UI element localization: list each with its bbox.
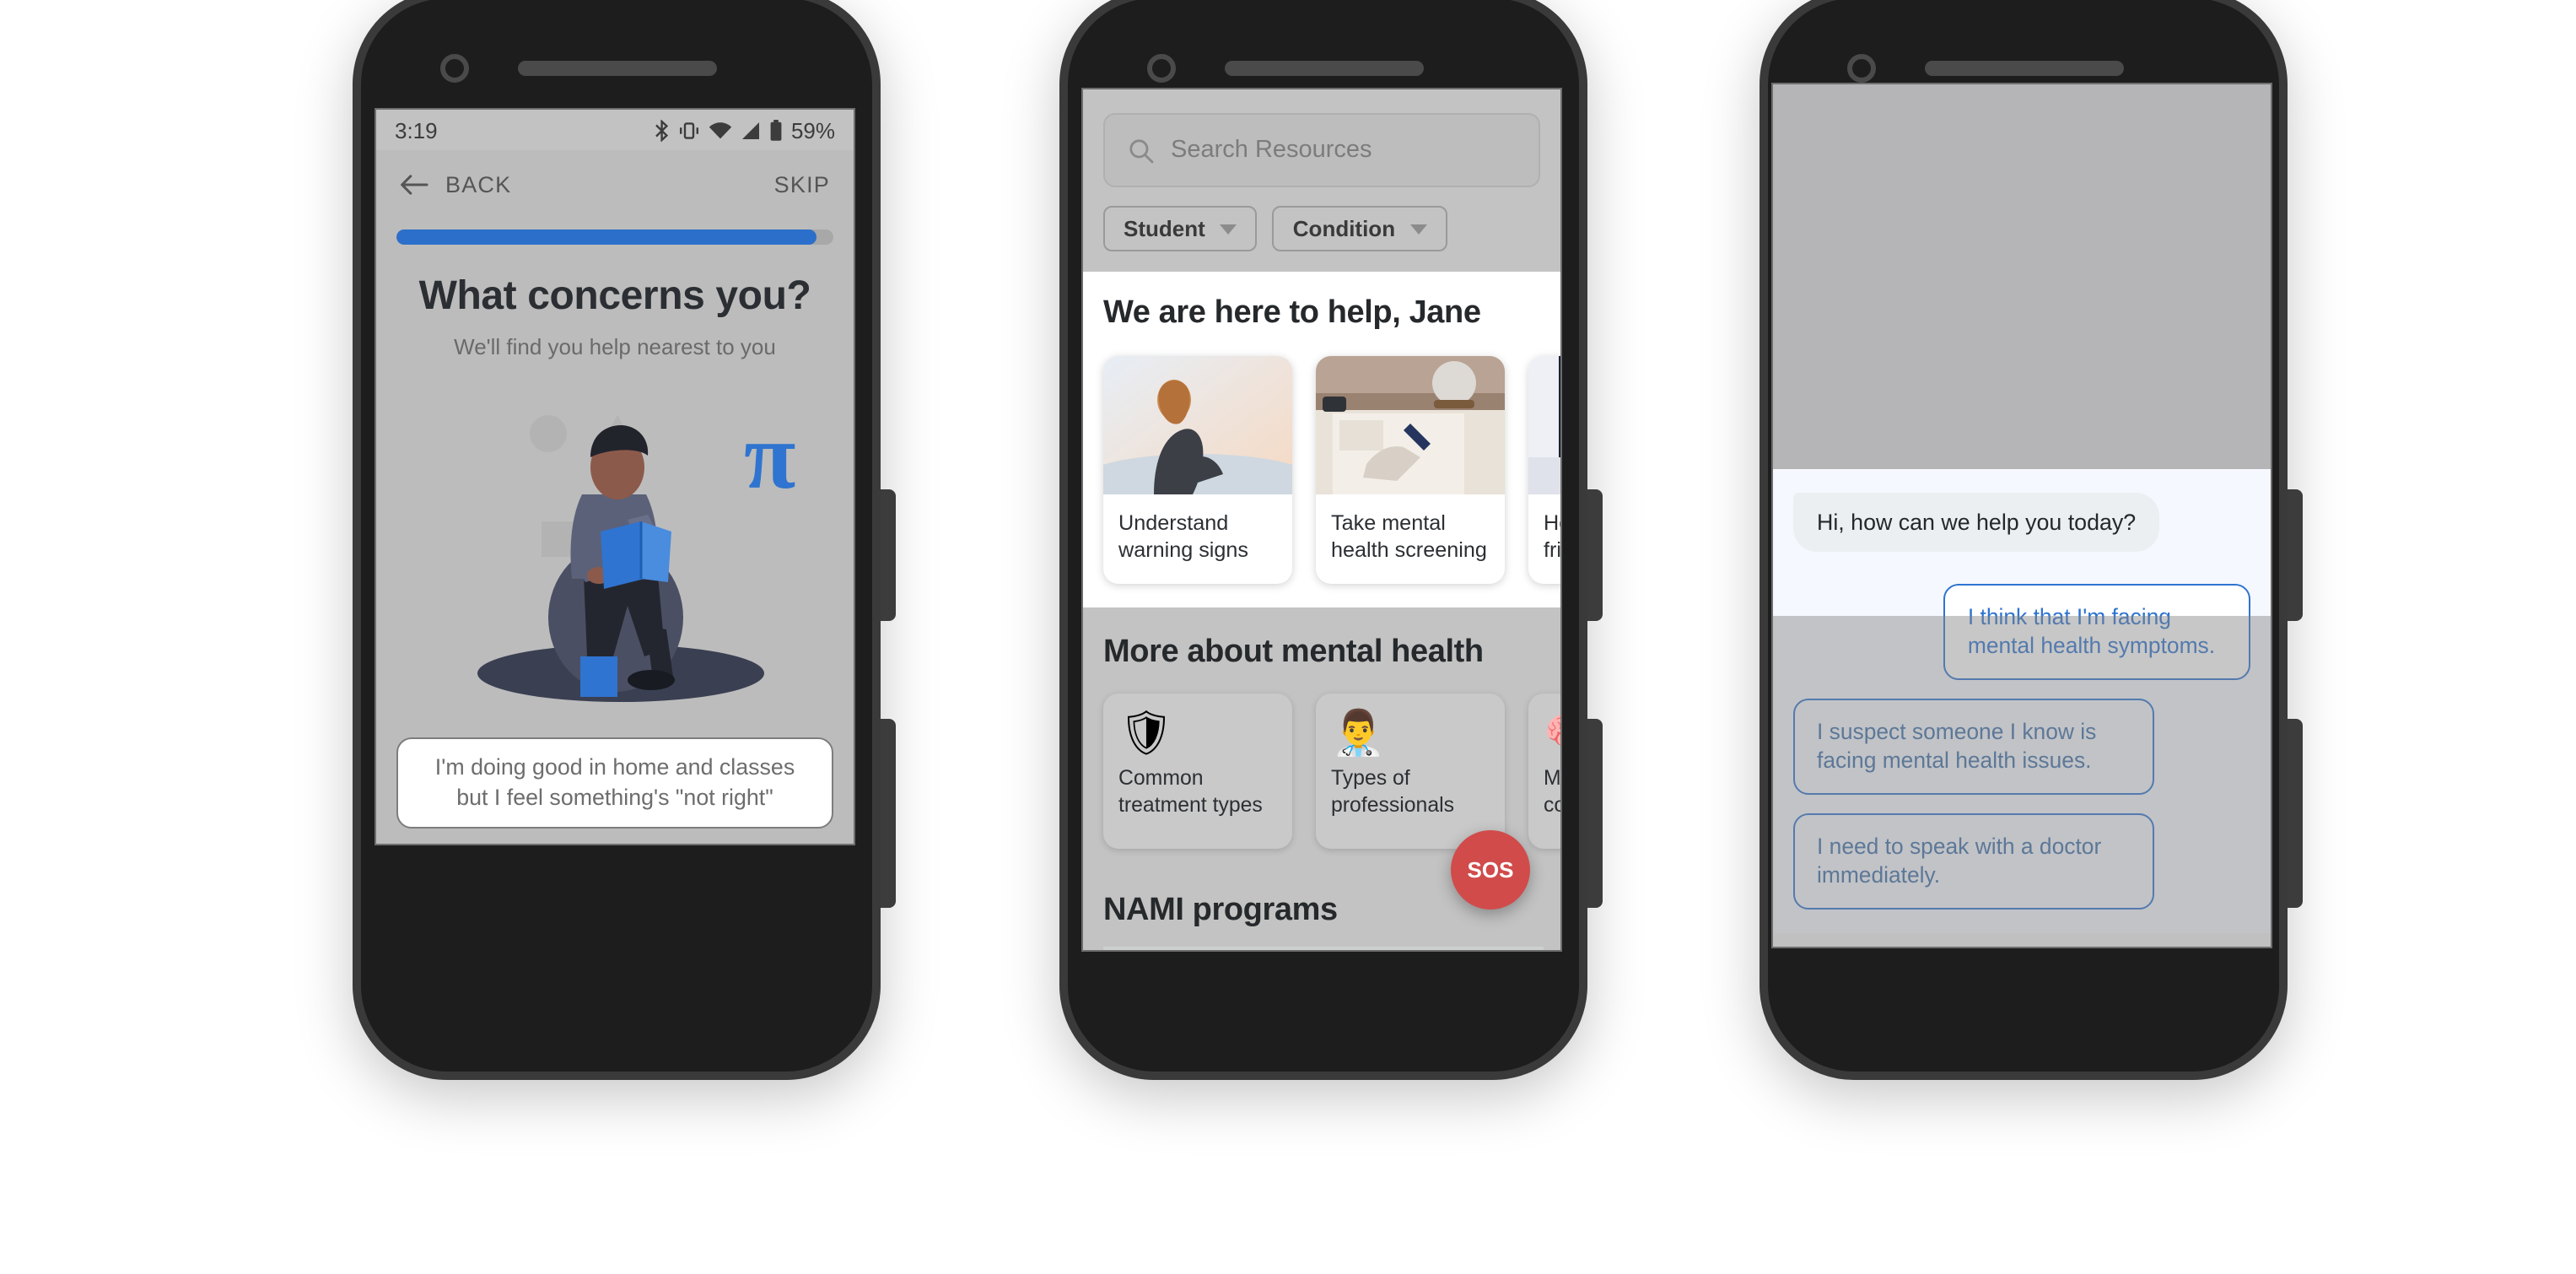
power-button[interactable]: [881, 489, 896, 621]
battery-percent: 59%: [790, 117, 835, 143]
onboarding-nav: BACK SKIP: [376, 150, 854, 219]
topic-tile-title: Types of professionals: [1331, 766, 1455, 817]
bot-message-bubble: Hi, how can we help you today?: [1793, 493, 2160, 552]
page-subtitle: We'll find you help nearest to you: [454, 334, 776, 359]
filter-chip-row: Student Condition: [1103, 206, 1540, 251]
back-label: BACK: [445, 172, 512, 197]
progress-container: [376, 219, 854, 245]
quick-reply-row: I suspect someone I know is facing menta…: [1793, 698, 2250, 795]
resource-card-title: Understand warning signs: [1118, 511, 1249, 563]
help-section: We are here to help, Jane Understand war…: [1083, 272, 1560, 608]
power-button[interactable]: [1587, 489, 1603, 621]
quick-reply-option[interactable]: I suspect someone I know is facing menta…: [1793, 698, 2155, 795]
resource-card-title: How to talk to a friend?: [1544, 511, 1561, 563]
svg-text:π: π: [744, 404, 795, 509]
topic-tile-row: 🛡 Common treatment types 👨‍⚕️ Types of prof…: [1103, 694, 1560, 850]
resource-card[interactable]: How to talk to a friend?: [1528, 356, 1561, 585]
more-heading: More about mental health: [1103, 634, 1484, 671]
earpiece-speaker-icon: [1924, 61, 2123, 76]
status-time: 3:19: [395, 117, 438, 143]
topic-tile-title: Common treatment types: [1118, 766, 1263, 817]
quick-reply-row: I need to speak with a doctor immediatel…: [1793, 812, 2250, 910]
resources-screen: Search Resources Student Condition We are…: [1081, 88, 1562, 952]
progress-track: [396, 229, 833, 245]
resource-card-image: [1316, 356, 1505, 494]
skip-button[interactable]: SKIP: [774, 172, 830, 197]
reading-illustration: π: [376, 373, 854, 727]
volume-button[interactable]: [2288, 719, 2303, 908]
bot-message-row: Hi, how can we help you today?: [1793, 493, 2250, 552]
topic-tile[interactable]: 👨‍⚕️ Types of professionals: [1316, 694, 1505, 850]
filter-chip-label: Student: [1124, 216, 1205, 241]
earpiece-speaker-icon: [517, 61, 716, 76]
search-placeholder: Search Resources: [1171, 137, 1372, 164]
phone-resources: Search Resources Student Condition We are…: [1059, 0, 1603, 1080]
filter-chip[interactable]: Student: [1103, 206, 1258, 251]
chat-thread: Hi, how can we help you today? I think t…: [1773, 469, 2271, 933]
search-input[interactable]: Search Resources: [1103, 113, 1540, 187]
bluetooth-icon: [655, 119, 669, 141]
status-bar: 3:19 59%: [376, 110, 854, 150]
arrow-left-icon: [401, 175, 428, 195]
resource-card[interactable]: Understand warning signs: [1103, 356, 1292, 585]
front-camera-icon: [1147, 54, 1176, 83]
back-button[interactable]: BACK: [400, 172, 511, 197]
topic-tile[interactable]: 🧠 Mental health conditions: [1528, 694, 1561, 850]
resource-card-row: Understand warning signs Take mental heal…: [1103, 356, 1560, 585]
page-title: What concerns you?: [418, 273, 811, 319]
volume-button[interactable]: [881, 719, 896, 908]
resources-topbar: Search Resources Student Condition: [1083, 89, 1560, 272]
mockup-canvas: 3:19 59% BACK SKIP What concerns you? We…: [0, 0, 2576, 1274]
phone-onboarding: 3:19 59% BACK SKIP What concerns you? We…: [353, 0, 896, 1080]
concern-options-list: I'm doing good in home and classes but I…: [376, 717, 854, 844]
earpiece-speaker-icon: [1224, 61, 1423, 76]
filter-chip[interactable]: Condition: [1272, 206, 1448, 251]
shield-medical-icon: 🛡: [1118, 707, 1175, 758]
volume-button[interactable]: [1587, 719, 1603, 908]
quick-reply-option[interactable]: I need to speak with a doctor immediatel…: [1793, 812, 2155, 910]
filter-chip-label: Condition: [1292, 216, 1396, 241]
topic-tile-title: Mental health conditions: [1544, 766, 1561, 817]
battery-icon: [770, 119, 782, 140]
power-button[interactable]: [2288, 489, 2303, 621]
chat-screen: Hi, how can we help you today? I think t…: [1771, 83, 2272, 948]
front-camera-icon: [440, 54, 469, 83]
topic-tile[interactable]: 🛡 Common treatment types: [1103, 694, 1292, 850]
search-icon: [1129, 138, 1154, 163]
doctor-icon: 👨‍⚕️: [1331, 707, 1386, 758]
resource-card[interactable]: Take mental health screening: [1316, 356, 1505, 585]
chevron-down-icon: [1220, 224, 1237, 234]
wifi-icon: [709, 121, 732, 138]
sos-button[interactable]: SOS: [1451, 830, 1530, 910]
resource-card-title: Take mental health screening: [1331, 511, 1487, 563]
status-icons: 59%: [655, 117, 835, 143]
vibrate-icon: [679, 121, 698, 138]
brain-head-icon: 🧠: [1544, 710, 1560, 754]
front-camera-icon: [1847, 54, 1876, 83]
chevron-down-icon: [1410, 224, 1428, 234]
chat-composer: Type a message: [1773, 932, 2271, 947]
progress-fill: [396, 229, 816, 245]
help-heading: We are here to help, Jane: [1103, 295, 1481, 331]
nami-photo: [1103, 947, 1544, 950]
signal-icon: [741, 121, 759, 138]
concern-option[interactable]: I'm doing good in home and classes but I…: [396, 737, 833, 829]
chat-empty-area: [1773, 84, 2271, 469]
onboarding-screen: 3:19 59% BACK SKIP What concerns you? We…: [375, 108, 855, 845]
resource-card-image: [1103, 356, 1292, 508]
phone-chat: Hi, how can we help you today? I think t…: [1760, 0, 2303, 1080]
user-message-row: I think that I'm facing mental health sy…: [1793, 584, 2250, 680]
user-message-bubble: I think that I'm facing mental health sy…: [1943, 584, 2250, 680]
resource-card-image: [1528, 356, 1560, 494]
